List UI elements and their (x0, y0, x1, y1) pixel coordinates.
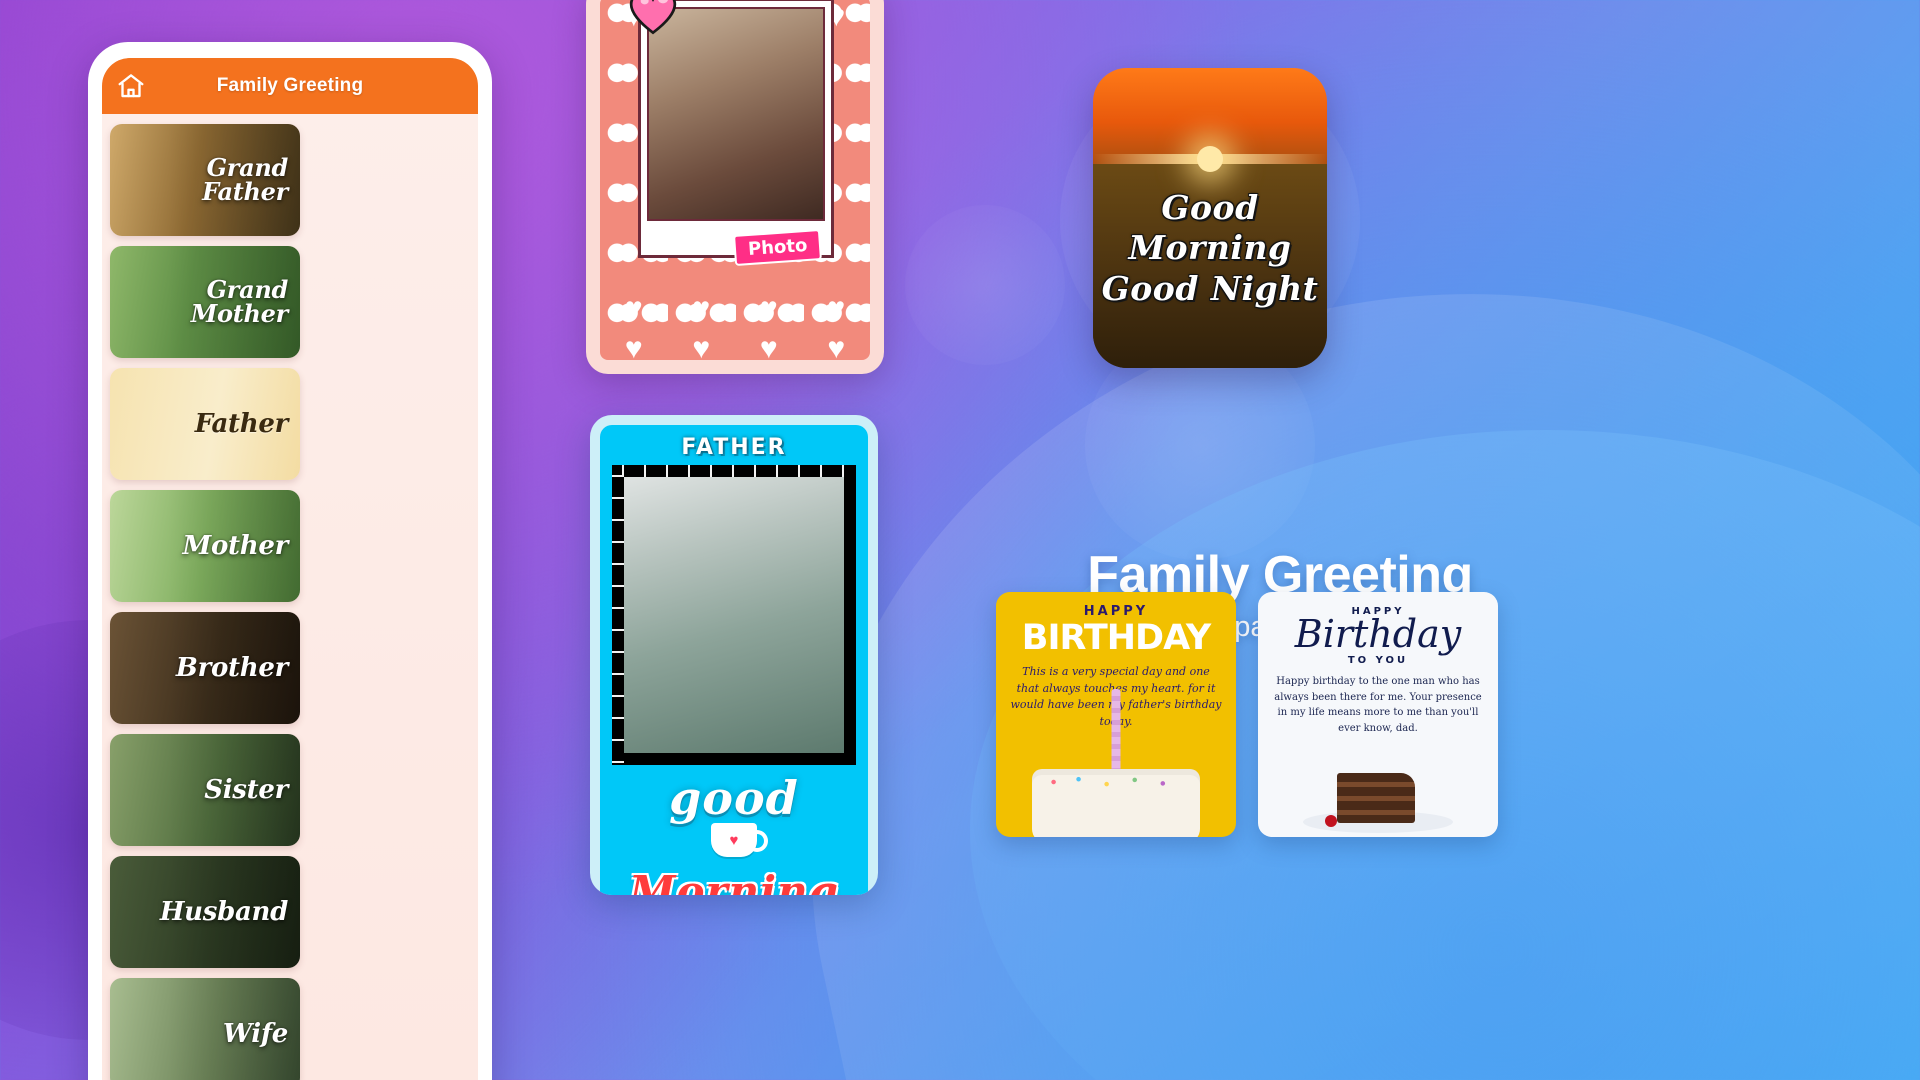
card-brother[interactable]: Brother (110, 612, 300, 724)
heart-icon: ♥ (759, 292, 778, 325)
heart-icon: ♥ (692, 292, 711, 325)
birthday-cake-image (1032, 769, 1200, 837)
birthday-message: Happy birthday to the one man who has al… (1274, 676, 1482, 734)
card-grand-father[interactable]: Grand Father (110, 124, 300, 236)
birthday-kicker: HAPPY (1083, 604, 1149, 619)
card-label-line2: Mother (190, 299, 289, 328)
good-morning-night-text: Good Morning Good Night (1093, 188, 1327, 309)
heart-icon: ♥ (624, 292, 643, 325)
card-label: Husband (159, 896, 288, 927)
heart-icon: ♥ (692, 332, 711, 361)
chocolate-cake-image (1303, 771, 1453, 833)
relationship-card-grid: Grand Father Grand Mother Father Mother … (102, 114, 478, 1080)
heart-photo-frame-card[interactable]: ♥ ♥ ♥ ♥ ♥ ♥ ♥ ♥ ♥ ♥ ♥ ♥ Photo (586, 0, 884, 374)
good-morning-night-card[interactable]: Good Morning Good Night (1093, 68, 1327, 368)
father-card-canvas: FATHER good ♥ Morning (600, 425, 868, 895)
couple-photo (647, 7, 825, 221)
cherry-icon (1325, 815, 1337, 827)
sun-icon (1197, 146, 1223, 172)
coffee-cup-icon: ♥ (705, 823, 768, 871)
card-label: Grand Mother (110, 277, 300, 328)
polaroid-photo-frame: Photo (638, 0, 834, 267)
card-label: Father (194, 408, 289, 439)
card-wife[interactable]: Wife (110, 978, 300, 1080)
cake-slice (1337, 773, 1415, 823)
card-father[interactable]: Father (110, 368, 300, 480)
father-son-photo (624, 477, 844, 753)
heart-icon: ♥ (827, 292, 846, 325)
father-card-title: FATHER (681, 435, 787, 460)
card-sister[interactable]: Sister (110, 734, 300, 846)
good-morning-line: Good Morning (1128, 188, 1292, 268)
birthday-headline: BIRTHDAY (1021, 618, 1211, 658)
app-bar: Family Greeting (102, 58, 478, 114)
heart-sticker-icon (626, 0, 680, 36)
heart-icon: ♥ (827, 332, 846, 361)
heart-icon: ♥ (759, 332, 778, 361)
card-grand-mother[interactable]: Grand Mother (110, 246, 300, 358)
background-glow-3 (905, 205, 1065, 365)
greeting-block: good ♥ Morning (600, 773, 868, 895)
birthday-card-white[interactable]: HAPPY Birthday TO YOU Happy birthday to … (1258, 592, 1498, 837)
card-mother[interactable]: Mother (110, 490, 300, 602)
card-label: Grand Father (110, 155, 300, 206)
phone-mockup: Family Greeting Grand Father Grand Mothe… (88, 42, 492, 1080)
home-icon[interactable] (116, 71, 146, 101)
card-label: Sister (204, 774, 288, 805)
birthday-subkicker: TO YOU (1347, 655, 1409, 666)
heart-icon: ♥ (624, 332, 643, 361)
father-good-morning-card[interactable]: FATHER good ♥ Morning (590, 415, 878, 895)
greeting-good: good (669, 771, 799, 825)
greeting-morning: Morning (628, 867, 840, 896)
heart-icon: ♥ (729, 832, 739, 849)
birthday-script: Birthday (1294, 612, 1462, 656)
phone-screen: Family Greeting Grand Father Grand Mothe… (102, 58, 478, 1080)
card-husband[interactable]: Husband (110, 856, 300, 968)
birthday-card-yellow[interactable]: HAPPY BIRTHDAY This is a very special da… (996, 592, 1236, 837)
decorative-photo-frame (612, 465, 856, 765)
card-label: Wife (222, 1018, 288, 1049)
card-label: Brother (175, 652, 288, 683)
app-bar-title: Family Greeting (216, 75, 364, 96)
photo-badge[interactable]: Photo (732, 228, 822, 267)
candle-icon (1111, 689, 1121, 777)
good-night-line: Good Night (1101, 268, 1319, 308)
card-label-line2: Father (202, 177, 288, 206)
card-label: Mother (182, 530, 289, 561)
